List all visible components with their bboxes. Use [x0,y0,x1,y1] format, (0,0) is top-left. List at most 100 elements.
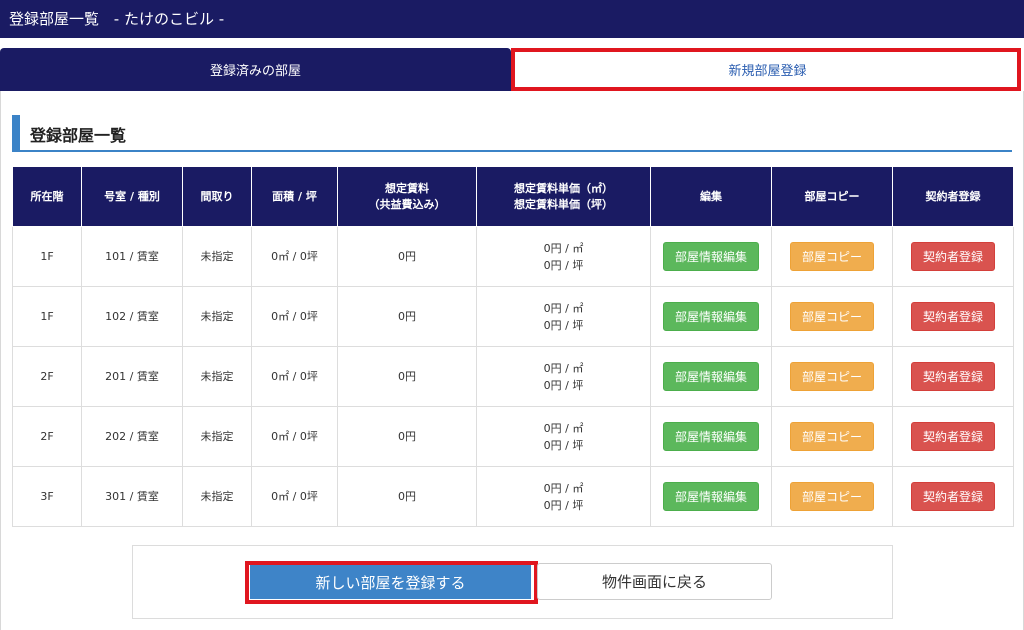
cell-rent: 0円 [337,406,477,467]
cell-edit: 部屋情報編集 [650,466,772,527]
cell-edit: 部屋情報編集 [650,406,772,467]
cell-room: 202 / 賃室 [81,406,183,467]
cell-unit-price: 0円 / ㎡ 0円 / 坪 [476,286,651,347]
edit-room-button[interactable]: 部屋情報編集 [663,242,759,271]
cell-area: 0㎡ / 0坪 [251,286,338,347]
cell-copy: 部屋コピー [771,346,893,407]
header-copy: 部屋コピー [771,166,893,227]
cell-floor: 2F [12,406,82,467]
building-name: - たけのこビル - [113,10,225,28]
header-unit-price-line2: 想定賃料単価（坪） [514,197,613,211]
cell-copy: 部屋コピー [771,286,893,347]
table-row: 2F 202 / 賃室 未指定 0㎡ / 0坪 0円 0円 / ㎡ 0円 / 坪… [12,406,1014,467]
header-unit-price-line1: 想定賃料単価（㎡） [514,181,613,195]
table-row: 3F 301 / 賃室 未指定 0㎡ / 0坪 0円 0円 / ㎡ 0円 / 坪… [12,466,1014,527]
cell-room: 102 / 賃室 [81,286,183,347]
cell-floor: 1F [12,286,82,347]
cell-contract: 契約者登録 [892,286,1014,347]
table-header-row: 所在階 号室 / 種別 間取り 面積 / 坪 想定賃料 （共益費込み） 想定賃料… [12,166,1014,227]
cell-contract: 契約者登録 [892,466,1014,527]
header-rent-line1: 想定賃料 [385,181,429,195]
header-rent: 想定賃料 （共益費込み） [337,166,477,227]
register-contractor-button[interactable]: 契約者登録 [911,482,995,511]
edit-room-button[interactable]: 部屋情報編集 [663,302,759,331]
cell-room: 201 / 賃室 [81,346,183,407]
cell-area: 0㎡ / 0坪 [251,406,338,467]
edit-room-button[interactable]: 部屋情報編集 [663,422,759,451]
copy-room-button[interactable]: 部屋コピー [790,302,874,331]
cell-copy: 部屋コピー [771,466,893,527]
cell-rent: 0円 [337,226,477,287]
tab-new-room-registration[interactable]: 新規部屋登録 [511,48,1024,91]
section-heading-accent-bar [12,115,20,150]
register-contractor-button[interactable]: 契約者登録 [911,422,995,451]
cell-copy: 部屋コピー [771,226,893,287]
header-layout: 間取り [182,166,252,227]
cell-layout: 未指定 [182,226,252,287]
edit-room-button[interactable]: 部屋情報編集 [663,482,759,511]
edit-room-button[interactable]: 部屋情報編集 [663,362,759,391]
copy-room-button[interactable]: 部屋コピー [790,242,874,271]
cell-layout: 未指定 [182,466,252,527]
top-header-bar: 登録部屋一覧 - たけのこビル - [0,0,1024,38]
cell-layout: 未指定 [182,346,252,407]
cell-unit-price: 0円 / ㎡ 0円 / 坪 [476,346,651,407]
table-row: 2F 201 / 賃室 未指定 0㎡ / 0坪 0円 0円 / ㎡ 0円 / 坪… [12,346,1014,407]
cell-room: 101 / 賃室 [81,226,183,287]
cell-unit-price-sqm: 0円 / ㎡ [543,241,584,255]
cell-area: 0㎡ / 0坪 [251,346,338,407]
back-to-property-button-label: 物件画面に戻る [601,573,707,591]
cell-unit-price: 0円 / ㎡ 0円 / 坪 [476,466,651,527]
tab-registered-rooms[interactable]: 登録済みの部屋 [0,48,511,91]
cell-layout: 未指定 [182,406,252,467]
cell-copy: 部屋コピー [771,406,893,467]
cell-area: 0㎡ / 0坪 [251,226,338,287]
cell-unit-price: 0円 / ㎡ 0円 / 坪 [476,226,651,287]
room-list-table: 所在階 号室 / 種別 間取り 面積 / 坪 想定賃料 （共益費込み） 想定賃料… [12,166,1014,527]
cell-contract: 契約者登録 [892,406,1014,467]
cell-edit: 部屋情報編集 [650,286,772,347]
cell-rent: 0円 [337,346,477,407]
cell-floor: 2F [12,346,82,407]
header-contract: 契約者登録 [892,166,1014,227]
section-heading-text: 登録部屋一覧 [30,126,127,145]
cell-edit: 部屋情報編集 [650,226,772,287]
cell-unit-price: 0円 / ㎡ 0円 / 坪 [476,406,651,467]
cell-rent: 0円 [337,466,477,527]
copy-room-button[interactable]: 部屋コピー [790,422,874,451]
header-unit-price: 想定賃料単価（㎡） 想定賃料単価（坪） [476,166,651,227]
table-row: 1F 101 / 賃室 未指定 0㎡ / 0坪 0円 0円 / ㎡ 0円 / 坪… [12,226,1014,287]
cell-edit: 部屋情報編集 [650,346,772,407]
back-to-property-button[interactable]: 物件画面に戻る [537,563,772,600]
tab-registered-rooms-label: 登録済みの部屋 [209,64,301,79]
tab-bar: 登録済みの部屋 新規部屋登録 [0,48,1024,91]
cell-rent: 0円 [337,286,477,347]
cell-area: 0㎡ / 0坪 [251,466,338,527]
header-floor: 所在階 [12,166,82,227]
header-rent-line2: （共益費込み） [368,197,446,211]
section-heading: 登録部屋一覧 [12,115,1012,152]
register-new-room-button-label: 新しい部屋を登録する [315,573,466,592]
cell-unit-price-sqm: 0円 / ㎡ [543,361,584,375]
cell-contract: 契約者登録 [892,346,1014,407]
cell-floor: 3F [12,466,82,527]
header-room: 号室 / 種別 [81,166,183,227]
table-row: 1F 102 / 賃室 未指定 0㎡ / 0坪 0円 0円 / ㎡ 0円 / 坪… [12,286,1014,347]
cell-unit-price-sqm: 0円 / ㎡ [543,481,584,495]
page-title: 登録部屋一覧 [9,10,100,28]
cell-unit-price-sqm: 0円 / ㎡ [543,301,584,315]
cell-layout: 未指定 [182,286,252,347]
cell-unit-price-tsubo: 0円 / 坪 [543,378,584,392]
register-new-room-button[interactable]: 新しい部屋を登録する [250,565,531,599]
register-contractor-button[interactable]: 契約者登録 [911,362,995,391]
register-contractor-button[interactable]: 契約者登録 [911,242,995,271]
cell-unit-price-tsubo: 0円 / 坪 [543,258,584,272]
cell-unit-price-tsubo: 0円 / 坪 [543,438,584,452]
copy-room-button[interactable]: 部屋コピー [790,362,874,391]
register-contractor-button[interactable]: 契約者登録 [911,302,995,331]
cell-unit-price-tsubo: 0円 / 坪 [543,498,584,512]
cell-unit-price-sqm: 0円 / ㎡ [543,421,584,435]
cell-floor: 1F [12,226,82,287]
copy-room-button[interactable]: 部屋コピー [790,482,874,511]
cell-room: 301 / 賃室 [81,466,183,527]
